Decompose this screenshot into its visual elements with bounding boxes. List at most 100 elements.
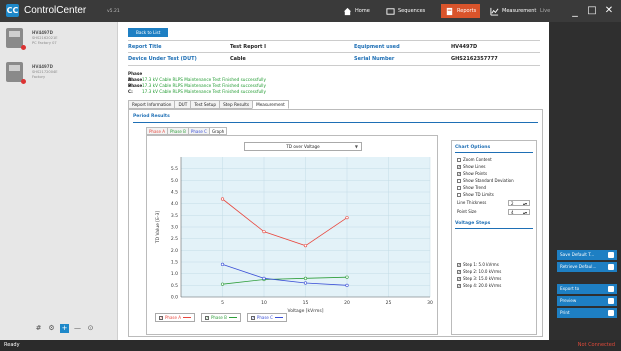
chart-legend: ✓ Phase A ✓ Phase B ✓ Phase C (155, 313, 287, 322)
y-tick-label: 1.5 (171, 260, 178, 266)
device-item[interactable]: HV4497D SHS2162021E PC Factory 07 (6, 28, 114, 54)
option-show-lines[interactable]: ✓ Show Lines (457, 164, 485, 169)
preview-label: Preview (560, 298, 577, 303)
data-point (303, 244, 308, 248)
option-label: Show Trend (463, 185, 487, 190)
minimize-button[interactable]: _ (567, 3, 583, 19)
checkbox[interactable] (457, 178, 461, 183)
grid-icon[interactable]: # (34, 324, 43, 333)
save-default-button[interactable]: Save Default T... (557, 250, 617, 260)
checkbox[interactable] (457, 157, 461, 162)
point-size-value: 4 (511, 210, 514, 215)
checkbox[interactable] (457, 185, 461, 190)
option-show-trend[interactable]: Show Trend (457, 185, 486, 190)
device-details: SHS2162021E PC Factory 07 (32, 36, 58, 46)
sequences-icon (386, 7, 395, 15)
line-thickness-spinner[interactable]: 2 ▴▾ (508, 200, 530, 206)
data-point (303, 281, 308, 285)
device-name: HV4497D (32, 30, 53, 35)
line-thickness-value: 2 (511, 201, 514, 206)
tab-test-setup[interactable]: Test Setup (190, 100, 221, 109)
voltage-step-2[interactable]: ✓ Step 2: 10.0 kVrms (457, 269, 501, 274)
option-label: Show Standard Deviation (463, 178, 514, 183)
nav-home[interactable]: Home (339, 4, 374, 18)
checkbox[interactable]: ✓ (457, 164, 461, 169)
legend-checkbox: ✓ (159, 315, 163, 320)
subtab-phase-a[interactable]: Phase A (146, 127, 168, 135)
status-bar: Ready Not Connected (0, 340, 621, 351)
point-size-text: Point Size (457, 209, 477, 214)
chart-type-dropdown[interactable]: TD over Voltage ▼ (244, 142, 362, 151)
option-show-points[interactable]: ✓ Show Points (457, 171, 487, 176)
remove-device-icon[interactable]: — (73, 324, 82, 333)
legend-swatch (182, 317, 191, 318)
serial-label: Serial Number (354, 56, 395, 62)
option-zoom-content[interactable]: Zoom Content (457, 157, 492, 162)
option-show-td-limits[interactable]: Show TD Limits (457, 192, 494, 197)
tab-report-information[interactable]: Report Information (128, 100, 176, 109)
device-icon (6, 62, 23, 82)
checkbox[interactable]: ✓ (457, 171, 461, 176)
divider (128, 65, 540, 66)
save-icon (608, 252, 614, 258)
target-icon[interactable]: ⊙ (86, 324, 95, 333)
tab-measurement[interactable]: Measurement (252, 100, 289, 109)
back-to-list-button[interactable]: Back to List (128, 28, 169, 37)
maximize-button[interactable]: □ (584, 3, 600, 19)
retrieve-default-label: Retrieve Defaul... (560, 264, 597, 269)
option-show-std-dev[interactable]: Show Standard Deviation (457, 178, 514, 183)
nav-reports[interactable]: Reports (441, 4, 481, 18)
measurement-icon (490, 7, 499, 16)
step-label: Step 4: 20.0 kVrms (463, 283, 502, 288)
checkbox[interactable]: ✓ (457, 269, 461, 274)
subtab-phase-c[interactable]: Phase C (187, 127, 210, 135)
subtab-phase-b[interactable]: Phase B (166, 127, 189, 135)
print-icon (608, 310, 614, 316)
checkbox[interactable]: ✓ (457, 276, 461, 281)
device-item[interactable]: HV4497D SHS2172004E Factory (6, 62, 114, 88)
retrieve-default-button[interactable]: Retrieve Defaul... (557, 262, 617, 272)
export-button[interactable]: Export to (557, 284, 617, 294)
subtab-graph[interactable]: Graph (208, 127, 228, 135)
checkbox[interactable]: ✓ (457, 283, 461, 288)
legend-item-phase-a[interactable]: ✓ Phase A (155, 313, 195, 322)
report-main: Back to List Report Title Test Report I … (118, 22, 549, 340)
nav-sequences[interactable]: Sequences (382, 4, 429, 18)
data-point (303, 276, 308, 280)
nav-measurement[interactable]: Measurement (486, 4, 540, 18)
preview-button[interactable]: Preview (557, 296, 617, 306)
checkbox[interactable] (457, 192, 461, 197)
tab-dut[interactable]: DUT (174, 100, 192, 109)
y-tick-label: 5.0 (171, 178, 178, 184)
y-tick-label: 2.5 (171, 236, 178, 242)
export-label: Export to (560, 286, 580, 291)
legend-item-phase-c[interactable]: ✓ Phase C (246, 313, 287, 322)
data-point (220, 197, 225, 201)
voltage-step-1[interactable]: ✓ Step 1: 5.0 kVrms (457, 262, 499, 267)
close-button[interactable]: ✕ (601, 3, 617, 19)
phase-key: Phase C: (128, 83, 143, 94)
device-location: PC Factory 07 (32, 41, 57, 45)
nav-live[interactable]: Live (536, 4, 554, 18)
save-default-label: Save Default T... (560, 252, 595, 257)
voltage-step-3[interactable]: ✓ Step 3: 15.0 kVrms (457, 276, 501, 281)
tab-step-results[interactable]: Step Results (219, 100, 254, 109)
measurement-panel: Period Results Phase A Phase B Phase C G… (128, 109, 543, 337)
reports-icon (446, 7, 453, 15)
retrieve-icon (608, 264, 614, 270)
print-button[interactable]: Print (557, 308, 617, 318)
y-tick-label: 3.5 (171, 213, 178, 219)
add-device-icon[interactable]: + (60, 324, 69, 333)
legend-item-phase-b[interactable]: ✓ Phase B (200, 313, 241, 322)
app-logo-icon: CC (6, 4, 19, 17)
point-size-spinner[interactable]: 4 ▴▾ (508, 209, 530, 215)
status-dot-icon (21, 79, 26, 84)
voltage-step-4[interactable]: ✓ Step 4: 20.0 kVrms (457, 283, 501, 288)
status-dot-icon (21, 45, 26, 50)
export-icon (608, 286, 614, 292)
checkbox[interactable]: ✓ (457, 262, 461, 267)
settings-icon[interactable]: ⚙ (47, 324, 56, 333)
y-tick-label: 3.0 (171, 225, 178, 231)
x-tick-label: 10 (261, 300, 267, 306)
line-thickness-label: Line Thickness (457, 200, 486, 205)
